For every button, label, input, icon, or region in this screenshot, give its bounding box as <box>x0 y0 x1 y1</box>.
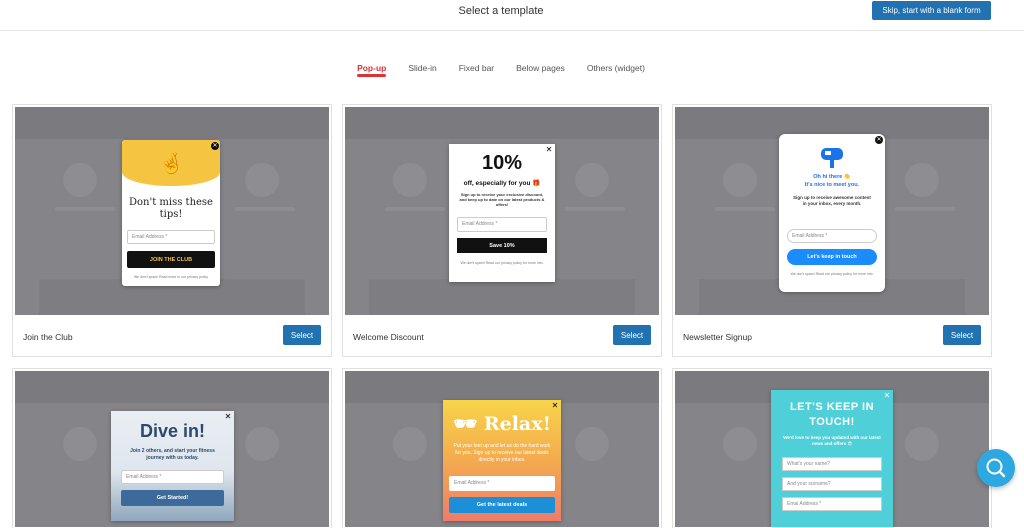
popup-subheading: It's nice to meet you. <box>804 182 860 188</box>
popup-text: Join 2 others, and start your fitness jo… <box>130 448 215 461</box>
header: Select a template Skip, start with a bla… <box>0 0 1024 31</box>
template-preview[interactable]: ✕ Dive in! Join 2 others, and start your… <box>15 371 329 527</box>
placeholder-circle <box>63 427 97 461</box>
template-name: Join the Club <box>23 332 73 342</box>
mailbox-icon <box>821 148 843 168</box>
template-card-dive-in: ✕ Dive in! Join 2 others, and start your… <box>12 368 332 528</box>
popup-heading: 🕶 Relax! <box>453 413 551 435</box>
disclaimer: We don't spam! Read more in our privacy … <box>133 275 209 279</box>
template-preview[interactable]: ✕ LET'S KEEP IN TOUCH! We'd love to keep… <box>675 371 989 527</box>
tab-others-widget[interactable]: Others (widget) <box>576 63 656 80</box>
tab-fixed-bar[interactable]: Fixed bar <box>448 63 505 80</box>
preview-background <box>345 107 659 139</box>
email-field: Email Address * <box>121 470 224 484</box>
close-icon: ✕ <box>551 401 559 410</box>
surname-field: And your surname? <box>782 477 882 491</box>
join-club-button: JOIN THE CLUB <box>127 251 215 268</box>
placeholder-circle <box>575 427 609 461</box>
close-icon: ✕ <box>875 136 883 144</box>
preview-background <box>345 371 659 403</box>
email-field: Email Address * <box>787 229 877 243</box>
template-name: Newsletter Signup <box>683 332 752 342</box>
template-card-welcome-discount: ✕ 10% off, especially for you 🎁 Sign up … <box>342 104 662 357</box>
get-latest-deals-button: Get the latest deals <box>449 497 555 513</box>
placeholder-line <box>895 207 955 211</box>
placeholder-circle <box>245 427 279 461</box>
email-field: Email Address * <box>449 476 555 491</box>
email-field: Email Address * <box>127 230 215 244</box>
template-card-newsletter-signup: ✕ Oh hi there 👋 It's nice to meet you. S… <box>672 104 992 357</box>
template-card-keep-in-touch: ✕ LET'S KEEP IN TOUCH! We'd love to keep… <box>672 368 992 528</box>
disclaimer: We don't spam! Read our privacy policy f… <box>460 261 544 265</box>
popup-preview: ✕ LET'S KEEP IN TOUCH! We'd love to keep… <box>771 390 893 527</box>
placeholder-circle <box>245 163 279 197</box>
template-type-tabs: Pop-up Slide-in Fixed bar Below pages Ot… <box>0 63 1002 83</box>
placeholder-circle <box>393 163 427 197</box>
disclaimer: We don't spam! Read our privacy policy f… <box>790 272 874 276</box>
close-icon: ✕ <box>211 142 219 150</box>
tab-slide-in[interactable]: Slide-in <box>397 63 447 80</box>
placeholder-circle <box>905 163 939 197</box>
popup-heading: off, especially for you 🎁 <box>463 180 541 187</box>
template-preview[interactable]: ✕ Oh hi there 👋 It's nice to meet you. S… <box>675 107 989 315</box>
placeholder-circle <box>905 427 939 461</box>
save-button: Save 10% <box>457 238 547 253</box>
popup-heading: Dive in! <box>139 421 205 441</box>
popup-heading: Don't miss these tips! <box>129 197 213 220</box>
placeholder-line <box>715 207 775 211</box>
page-title: Select a template <box>458 5 544 17</box>
select-button[interactable]: Select <box>613 325 651 345</box>
popup-text: We'd love to keep you updated with our l… <box>783 435 881 446</box>
select-button[interactable]: Select <box>943 325 981 345</box>
help-search-button[interactable] <box>977 449 1015 487</box>
popup-text: Put your feet up and let us do the hard … <box>453 443 551 463</box>
placeholder-line <box>565 207 625 211</box>
select-button[interactable]: Select <box>283 325 321 345</box>
preview-background <box>15 107 329 139</box>
popup-preview: ✕ 10% off, especially for you 🎁 Sign up … <box>449 144 555 282</box>
popup-preview: ✕ 🕶 Relax! Put your feet up and let us d… <box>443 400 561 521</box>
popup-big-text: 10% <box>481 152 523 174</box>
template-preview[interactable]: ✕ 10% off, especially for you 🎁 Sign up … <box>345 107 659 315</box>
template-preview[interactable]: 🤞 ✕ Don't miss these tips! Email Address… <box>15 107 329 315</box>
placeholder-circle <box>723 163 757 197</box>
skip-blank-form-button[interactable]: Skip, start with a blank form <box>872 1 991 20</box>
popup-text: Sign up to receive your exclusive discou… <box>459 192 545 207</box>
placeholder-line <box>385 207 445 211</box>
popup-heading: Oh hi there 👋 <box>813 174 851 180</box>
placeholder-circle <box>393 427 427 461</box>
popup-text: Sign up to receive awesome content in yo… <box>793 195 871 206</box>
crossed-fingers-icon: 🤞 <box>159 153 184 175</box>
placeholder-circle <box>723 427 757 461</box>
popup-preview: 🤞 ✕ Don't miss these tips! Email Address… <box>122 140 220 286</box>
tab-below-pages[interactable]: Below pages <box>505 63 576 80</box>
email-field: Emai Address * <box>782 497 882 511</box>
get-started-button: Get Started! <box>121 490 224 506</box>
preview-background <box>15 371 329 403</box>
template-card-relax: ✕ 🕶 Relax! Put your feet up and let us d… <box>342 368 662 528</box>
template-card-join-the-club: 🤞 ✕ Don't miss these tips! Email Address… <box>12 104 332 357</box>
tab-popup[interactable]: Pop-up <box>346 63 397 80</box>
name-field: What's your name? <box>782 457 882 471</box>
search-icon <box>986 458 1006 478</box>
popup-preview: ✕ Oh hi there 👋 It's nice to meet you. S… <box>779 134 885 292</box>
popup-heading: LET'S KEEP IN TOUCH! <box>789 401 875 428</box>
popup-preview: ✕ Dive in! Join 2 others, and start your… <box>111 411 234 521</box>
placeholder-circle <box>63 163 97 197</box>
placeholder-line <box>55 207 115 211</box>
close-icon: ✕ <box>883 391 891 400</box>
template-name: Welcome Discount <box>353 332 424 342</box>
keep-in-touch-button: Let's keep in touch <box>787 249 877 265</box>
template-preview[interactable]: ✕ 🕶 Relax! Put your feet up and let us d… <box>345 371 659 527</box>
placeholder-circle <box>575 163 609 197</box>
placeholder-line <box>235 207 295 211</box>
close-icon: ✕ <box>224 412 232 421</box>
email-field: Email Address * <box>457 217 547 232</box>
placeholder-box <box>369 279 635 315</box>
